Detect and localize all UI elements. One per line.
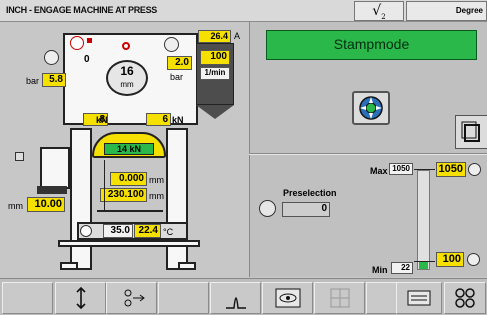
position2-unit: mm (149, 191, 164, 201)
stroke-icon (124, 289, 145, 307)
toolbar-button-settings[interactable] (444, 282, 486, 314)
toolbar-button-view[interactable] (262, 282, 313, 314)
toolbar-button-curve[interactable] (210, 282, 261, 314)
side-unit: mm (8, 201, 23, 211)
max-clock-icon[interactable] (468, 163, 481, 176)
toolbar-button-stroke[interactable] (106, 282, 157, 314)
ram-force-readout: 14 kN (104, 143, 154, 155)
position2-value: 230.100 (100, 188, 147, 202)
pressure-value: 5.8 (42, 73, 66, 87)
alarm-dot-icon (87, 38, 92, 43)
start-mode-button[interactable] (352, 91, 390, 125)
die-size-unit: mm (120, 80, 134, 89)
force-right-unit: kN (172, 115, 184, 125)
up-down-arrow-icon (75, 286, 86, 310)
range-slider-track[interactable] (417, 170, 430, 270)
speed-value: 100 (200, 50, 230, 65)
speed-unit: 1/min (200, 67, 230, 80)
dimension-line (104, 160, 105, 210)
window-frame-button[interactable] (455, 115, 487, 149)
min-clock-icon[interactable] (467, 253, 480, 266)
temperature-actual: 22.4 (134, 224, 161, 238)
force-right-value: 6 (146, 113, 171, 126)
feeder-frame (40, 147, 70, 189)
warning-icon (122, 42, 130, 50)
position1-unit: mm (149, 175, 164, 185)
max-actual: 1050 (389, 163, 413, 175)
toolbar-button-1[interactable] (2, 282, 53, 314)
max-setting[interactable]: 1050 (436, 162, 466, 177)
toolbar-button-inch[interactable] (55, 282, 106, 314)
motor-taper (196, 105, 234, 119)
temperature-setpoint: 35.0 (103, 224, 133, 238)
force-left-unit: kN (96, 115, 108, 125)
toolbar-button-4[interactable] (158, 282, 209, 314)
feeder-icon (15, 152, 24, 161)
min-setting[interactable]: 100 (436, 252, 464, 267)
peak-curve-icon (225, 297, 246, 309)
window-title: INCH - ENGAGE MACHINE AT PRESS (6, 5, 158, 15)
pressure-unit: bar (26, 76, 40, 86)
preselection-icon (259, 200, 276, 217)
gear-cluster-icon (455, 288, 475, 308)
min-actual: 22 (391, 262, 413, 274)
keyboard-icon (407, 290, 431, 306)
range-slider-fill (419, 261, 428, 269)
frame-icon (461, 121, 480, 142)
unit-button[interactable]: Degree (406, 1, 487, 21)
mode-banner: Stampmode (266, 30, 477, 60)
panel-separator (249, 153, 487, 155)
pressure2-gauge-icon (164, 37, 179, 52)
toolbar-button-grid[interactable] (314, 282, 365, 314)
rotor-icon (359, 96, 383, 120)
pressure2-value: 2.0 (167, 56, 192, 70)
press-base (58, 240, 200, 247)
temperature-unit: °C (163, 227, 174, 237)
current-unit: A (234, 31, 241, 41)
sqrt-button[interactable]: √2 (354, 1, 404, 21)
current-value: 26.4 (198, 30, 231, 43)
right-foot (178, 262, 196, 270)
eye-view-icon (275, 288, 300, 308)
sqrt-label: √ (372, 3, 382, 19)
ram-force-unit: kN (129, 144, 142, 154)
min-label: Min (372, 265, 388, 275)
left-foot (60, 262, 78, 270)
preselection-label: Preselection (283, 188, 337, 198)
table-line (97, 210, 163, 212)
top-counter-value: 0 (84, 54, 90, 65)
disabled-grid-icon (330, 288, 349, 308)
right-column (166, 128, 188, 270)
sqrt-sub: 2 (381, 12, 386, 21)
lubrication-icon (70, 36, 84, 50)
pressure-gauge-icon (44, 50, 59, 65)
feeder-rollers (37, 186, 67, 194)
thermometer-icon (80, 225, 92, 237)
ram-force-value: 14 (116, 144, 127, 154)
min-leader (414, 261, 435, 262)
preselection-input[interactable]: 0 (282, 202, 330, 217)
max-label: Max (370, 166, 388, 176)
toolbar-button-keyboard[interactable] (396, 282, 442, 314)
side-value: 10.00 (27, 197, 65, 212)
die-size-value: 16 (120, 64, 134, 78)
position1-value: 0.000 (110, 172, 147, 186)
pressure2-unit: bar (170, 72, 184, 82)
mode-panel (249, 22, 487, 277)
left-column (70, 128, 92, 270)
